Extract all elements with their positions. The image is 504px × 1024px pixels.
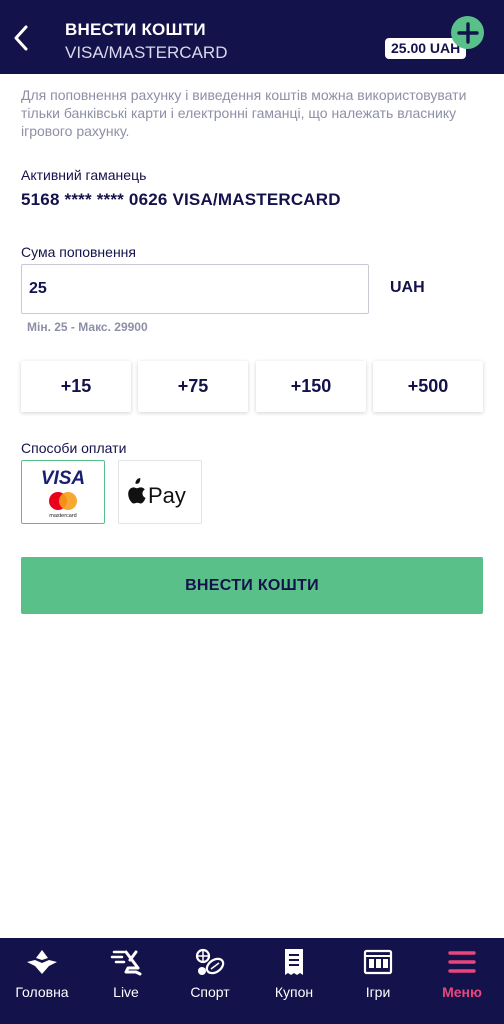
visa-mastercard-method[interactable]: VISA mastercard bbox=[21, 460, 105, 524]
plus-icon bbox=[456, 21, 479, 44]
nav-item-games[interactable]: Ігри bbox=[336, 938, 420, 1024]
coupon-icon bbox=[285, 949, 303, 975]
nav-item-menu[interactable]: Меню bbox=[420, 938, 504, 1024]
visa-mastercard-logo-icon: VISA mastercard bbox=[41, 468, 85, 519]
amount-limits: Мін. 25 - Макс. 29900 bbox=[27, 320, 148, 334]
page-subtitle: VISA/MASTERCARD bbox=[65, 43, 228, 62]
submit-deposit-button[interactable]: ВНЕСТИ КОШТИ bbox=[21, 557, 483, 614]
games-icon bbox=[363, 949, 393, 975]
nav-label-live: Live bbox=[113, 984, 139, 1000]
apple-pay-text: Pay bbox=[148, 483, 186, 508]
currency-label: UAH bbox=[390, 279, 425, 296]
bottom-nav: Головна Live Спорт Купон Ігри Меню bbox=[0, 938, 504, 1024]
nav-label-games: Ігри bbox=[365, 984, 391, 1000]
nav-item-coupon[interactable]: Купон bbox=[252, 938, 336, 1024]
nav-label-sport: Спорт bbox=[190, 984, 230, 1000]
menu-icon bbox=[448, 951, 476, 973]
info-text: Для поповнення рахунку і виведення кошті… bbox=[21, 87, 467, 139]
amount-label: Сума поповнення bbox=[21, 244, 136, 260]
page-title: ВНЕСТИ КОШТИ bbox=[65, 20, 206, 39]
nav-label-home: Головна bbox=[15, 984, 69, 1000]
chevron-left-icon bbox=[14, 25, 28, 51]
nav-item-sport[interactable]: Спорт bbox=[168, 938, 252, 1024]
add-funds-button[interactable] bbox=[451, 16, 484, 49]
nav-label-coupon: Купон bbox=[274, 984, 314, 1000]
home-logo-icon bbox=[27, 950, 57, 974]
top-bar: ВНЕСТИ КОШТИ VISA/MASTERCARD 25.00 UAH bbox=[0, 0, 504, 74]
wallet-value: 5168 **** **** 0626 VISA/MASTERCARD bbox=[21, 190, 341, 209]
apple-pay-method[interactable]: Pay bbox=[118, 460, 202, 524]
back-button[interactable] bbox=[8, 24, 34, 52]
apple-pay-logo-icon: Pay bbox=[128, 478, 186, 508]
amount-input[interactable] bbox=[21, 264, 369, 314]
quick-amount-500-button[interactable]: +500 bbox=[373, 361, 483, 412]
visa-text: VISA bbox=[41, 468, 85, 489]
nav-label-menu: Меню bbox=[442, 984, 482, 1000]
payment-methods-label: Способи оплати bbox=[21, 440, 127, 456]
quick-amount-75-button[interactable]: +75 bbox=[138, 361, 248, 412]
mastercard-text: mastercard bbox=[49, 513, 77, 519]
nav-item-home[interactable]: Головна bbox=[0, 938, 84, 1024]
sport-icon bbox=[195, 948, 225, 975]
live-icon bbox=[110, 950, 142, 976]
wallet-label: Активний гаманець bbox=[21, 167, 147, 183]
nav-item-live[interactable]: Live bbox=[84, 938, 168, 1024]
quick-amount-150-button[interactable]: +150 bbox=[256, 361, 366, 412]
quick-amount-15-button[interactable]: +15 bbox=[21, 361, 131, 412]
